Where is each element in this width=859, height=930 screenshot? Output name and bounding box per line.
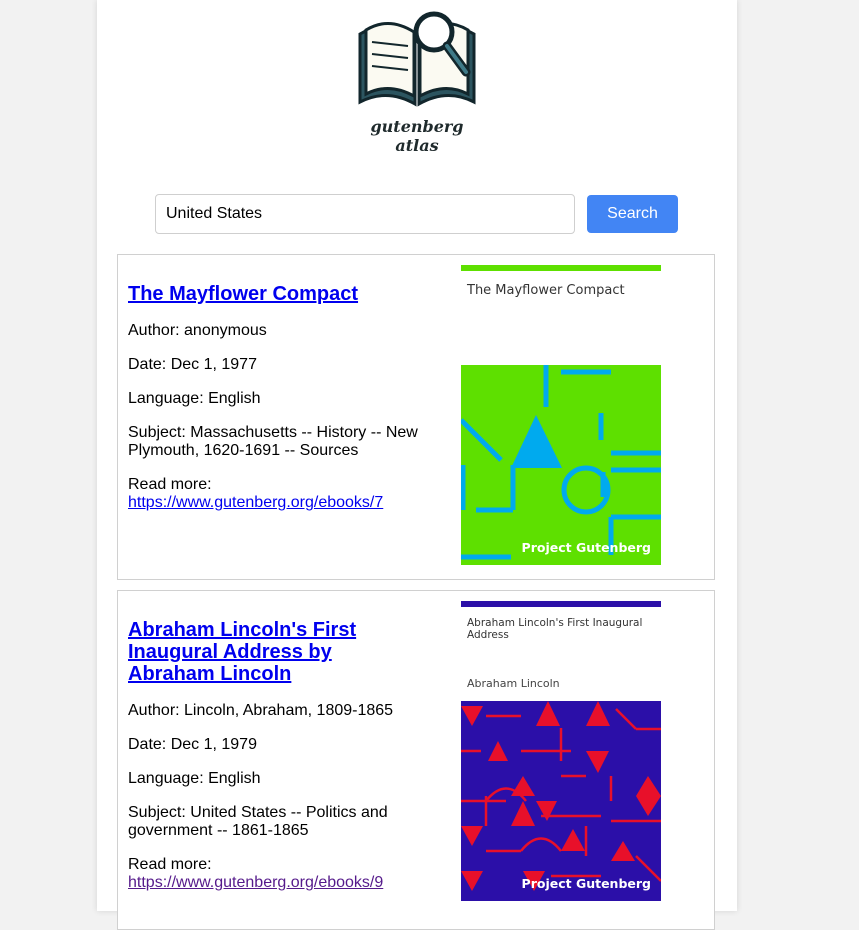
read-more-label: Read more: (128, 476, 212, 493)
result-read-more: Read more: https://www.gutenberg.org/ebo… (128, 856, 418, 892)
result-card: The Mayflower Compact Author: anonymous … (117, 254, 715, 580)
read-more-link[interactable]: https://www.gutenberg.org/ebooks/9 (128, 874, 383, 891)
result-info: Abraham Lincoln's First Inaugural Addres… (128, 619, 418, 908)
logo[interactable]: gutenberg atlas (352, 6, 482, 155)
cover-brand: Project Gutenberg (521, 876, 651, 891)
result-author: Author: anonymous (128, 322, 267, 339)
result-date: Date: Dec 1, 1979 (128, 736, 257, 753)
read-more-link[interactable]: https://www.gutenberg.org/ebooks/7 (128, 494, 383, 511)
result-author: Author: Lincoln, Abraham, 1809-1865 (128, 702, 394, 719)
cover-title: Abraham Lincoln's First Inaugural Addres… (467, 617, 643, 641)
result-subject: Subject: United States -- Politics and g… (128, 804, 388, 839)
cover-brand: Project Gutenberg (521, 540, 651, 555)
result-card: Abraham Lincoln's First Inaugural Addres… (117, 590, 715, 930)
search-button[interactable]: Search (587, 195, 678, 233)
result-title-link[interactable]: Abraham Lincoln's First Inaugural Addres… (128, 619, 418, 685)
result-language: Language: English (128, 390, 261, 407)
search-input[interactable] (155, 194, 575, 234)
cover-title: The Mayflower Compact (467, 283, 625, 298)
result-read-more: Read more: https://www.gutenberg.org/ebo… (128, 476, 418, 512)
result-title-link[interactable]: The Mayflower Compact (128, 283, 418, 305)
result-subject: Subject: Massachusetts -- History -- New… (128, 424, 418, 459)
result-info: The Mayflower Compact Author: anonymous … (128, 283, 418, 528)
book-cover-image[interactable]: The Mayflower Compact Project Gutenberg (461, 265, 661, 565)
page: gutenberg atlas Search The Mayflower Com… (97, 0, 737, 930)
result-date: Date: Dec 1, 1977 (128, 356, 257, 373)
result-language: Language: English (128, 770, 261, 787)
logo-text: gutenberg atlas (370, 117, 464, 155)
cover-author: Abraham Lincoln (467, 677, 560, 690)
read-more-label: Read more: (128, 856, 212, 873)
book-cover-image[interactable]: Abraham Lincoln's First Inaugural Addres… (461, 601, 661, 901)
book-magnifier-icon (358, 11, 476, 107)
